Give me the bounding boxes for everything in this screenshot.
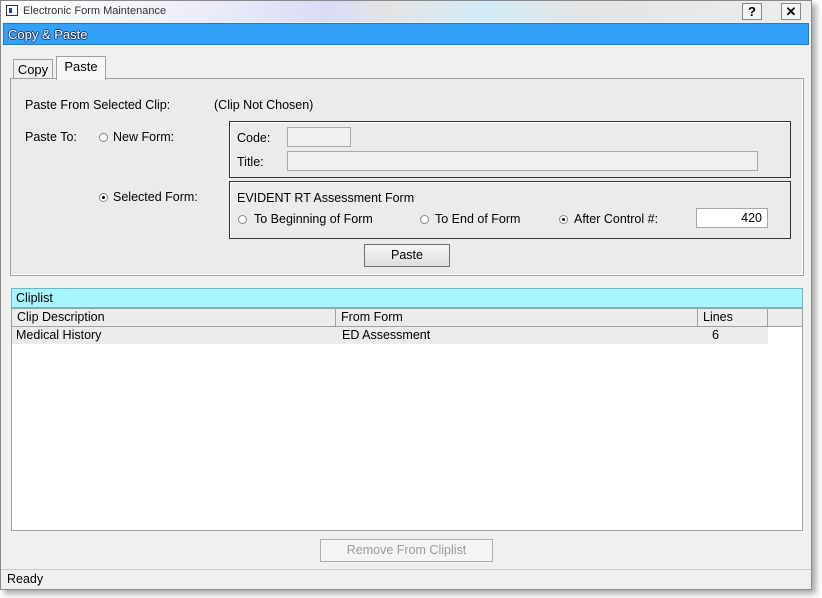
title-bar[interactable]: Electronic Form Maintenance ? ✕ [1, 1, 811, 22]
column-header-lines[interactable]: Lines [698, 309, 768, 327]
paste-to-label: Paste To: [25, 130, 77, 144]
paste-tab-panel: Paste From Selected Clip: (Clip Not Chos… [10, 78, 804, 276]
end-of-form-label[interactable]: To End of Form [435, 212, 520, 226]
cliplist-title: Cliplist [16, 291, 53, 305]
tab-paste[interactable]: Paste [56, 56, 106, 80]
title-label: Title: [237, 155, 264, 169]
selected-form-label[interactable]: Selected Form: [113, 190, 198, 204]
remove-from-cliplist-button[interactable]: Remove From Cliplist [320, 539, 493, 562]
column-header-from-form[interactable]: From Form [336, 309, 698, 327]
caption-text: Copy & Paste [8, 27, 88, 42]
paste-from-label: Paste From Selected Clip: [25, 98, 171, 112]
selected-form-name: EVIDENT RT Assessment Form [237, 191, 415, 205]
column-header-clip-description[interactable]: Clip Description [12, 309, 336, 327]
status-text: Ready [7, 572, 44, 586]
close-button[interactable]: ✕ [781, 3, 801, 20]
code-field[interactable] [287, 127, 351, 147]
cliplist-grid[interactable]: Clip Description From Form Lines Medical… [11, 308, 803, 531]
new-form-group: Code: Title: [229, 121, 791, 178]
cliplist-header: Cliplist [11, 288, 803, 308]
section-caption: Copy & Paste [3, 23, 809, 45]
paste-from-value: (Clip Not Chosen) [214, 98, 314, 112]
after-control-radio[interactable] [559, 215, 568, 224]
title-field[interactable] [287, 151, 758, 171]
after-control-input[interactable]: 420 [696, 208, 768, 228]
table-row-clip-description[interactable]: Medical History [12, 327, 336, 344]
new-form-label[interactable]: New Form: [113, 130, 174, 144]
table-row-from-form[interactable]: ED Assessment [336, 327, 698, 344]
selected-form-group: EVIDENT RT Assessment Form To Beginning … [229, 181, 791, 239]
beginning-of-form-radio[interactable] [238, 215, 247, 224]
new-form-radio[interactable] [99, 133, 108, 142]
after-control-label[interactable]: After Control #: [574, 212, 658, 226]
tab-copy[interactable]: Copy [13, 59, 53, 79]
help-button[interactable]: ? [742, 3, 762, 20]
status-bar: Ready [1, 569, 811, 589]
app-window: Electronic Form Maintenance ? ✕ Copy & P… [0, 0, 812, 590]
selected-form-radio[interactable] [99, 193, 108, 202]
window-title: Electronic Form Maintenance [23, 5, 167, 17]
end-of-form-radio[interactable] [420, 215, 429, 224]
beginning-of-form-label[interactable]: To Beginning of Form [254, 212, 373, 226]
table-row-lines[interactable]: 6 [698, 327, 768, 344]
code-label: Code: [237, 131, 271, 145]
paste-button[interactable]: Paste [364, 244, 450, 267]
column-header-filler [768, 309, 802, 327]
app-icon [6, 5, 18, 16]
